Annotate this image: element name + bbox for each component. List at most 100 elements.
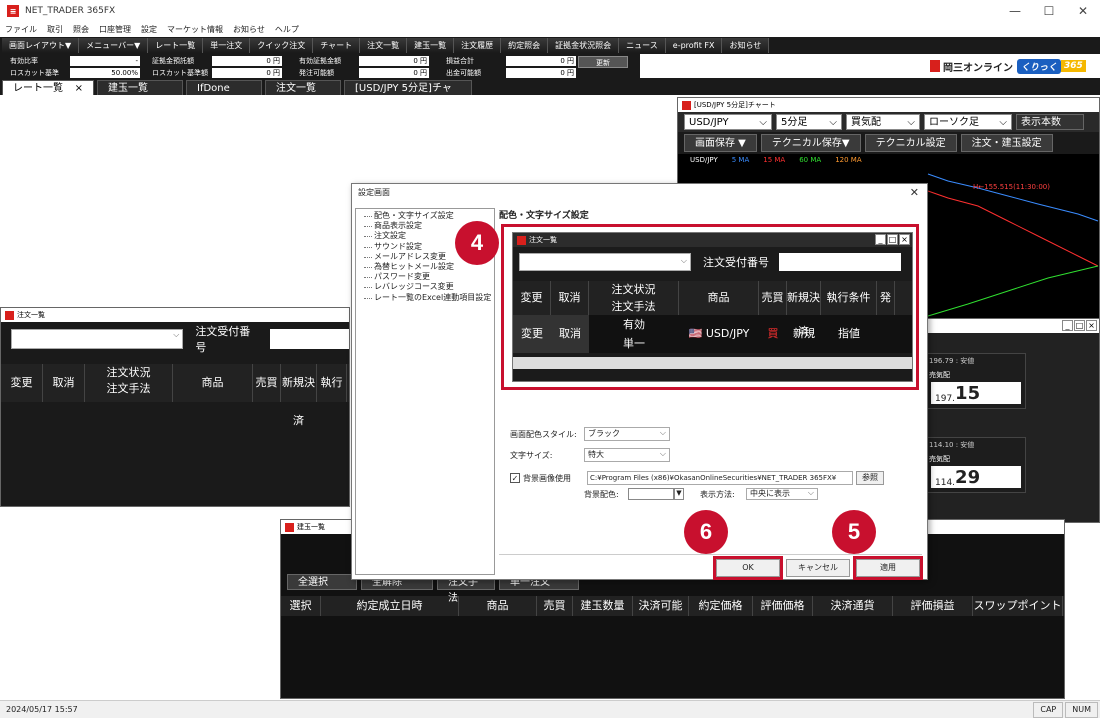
minimize-icon: _ [875, 234, 886, 245]
order-position-settings-button[interactable]: 注文・建玉設定 [960, 134, 1053, 152]
tab-ifdone[interactable]: IfDone [186, 80, 262, 95]
chart-high-annotation: H←155.515(11:30:00) [973, 183, 1050, 191]
workspace-tabs: レート一覧 × 建玉一覧 IfDone 注文一覧 [USD/JPY 5分足]チャー… [0, 78, 1100, 109]
preview-frame: 注文一覧 _□× 注文受付番号 変更 取消 注文状況注文手法 商品 売買 新規決… [501, 224, 919, 390]
rate-list-window: _ □ × 196.79 : 安値 売気配 197. 15 114.10 : 安値 売… [925, 318, 1100, 523]
window-icon [517, 235, 526, 245]
status-bar: 2024/05/17 15:57 CAP NUM [0, 700, 1100, 718]
cap-indicator: CAP [1033, 701, 1064, 718]
toolbar-single-order-button[interactable]: 単一注文 [203, 38, 251, 53]
cancel-button[interactable]: キャンセル [786, 559, 850, 577]
toolbar-margin-button[interactable]: 証拠金状況照会 [548, 38, 620, 53]
bg-image-path-input[interactable]: C:¥Program Files (x86)¥OkasanOnlineSecur… [587, 471, 853, 485]
font-size-select[interactable]: 特大 [584, 448, 670, 462]
save-screen-button[interactable]: 画面保存 ▼ [684, 134, 757, 152]
minimize-icon: _ [1062, 320, 1073, 331]
toolbar-notice-button[interactable]: お知らせ [722, 38, 770, 53]
maximize-icon: □ [887, 234, 898, 245]
update-button[interactable]: 更新 [578, 56, 628, 68]
status-datetime: 2024/05/17 15:57 [6, 705, 78, 714]
maximize-icon: □ [1074, 320, 1085, 331]
toolbar-layout-button[interactable]: 画面レイアウト▼ [2, 38, 80, 53]
select-all-button[interactable]: 全選択 [287, 574, 357, 590]
order-product-select[interactable] [11, 329, 184, 349]
position-grid-header: 選択 約定成立日時 商品 売買 建玉数量 決済可能 約定価格 評価価格 決済通貨… [281, 596, 1064, 616]
bg-color-dropdown-icon[interactable]: ▼ [674, 488, 684, 500]
close-icon: × [1086, 320, 1097, 331]
preview-order-list: 注文一覧 _□× 注文受付番号 変更 取消 注文状況注文手法 商品 売買 新規決… [512, 232, 913, 382]
color-style-label: 画面配色スタイル: [510, 429, 577, 439]
toolbar-execution-button[interactable]: 約定照会 [501, 38, 549, 53]
menu-notice[interactable]: お知らせ [233, 24, 265, 35]
order-list-window: 注文一覧 注文受付番号 変更 取消 注文状況注文手法 商品 売買 新規決済 執行 [0, 307, 350, 507]
kuri-logo: くりっく [1017, 58, 1062, 74]
dialog-title: 設定画面 [358, 187, 390, 197]
order-grid-header: 変更 取消 注文状況 注文手法 商品 売買 新規決済 執行 [1, 364, 349, 427]
chart-legend: USD/JPY 5 MA 15 MA 60 MA 120 MA [678, 154, 1099, 166]
quote-select[interactable]: 買気配 ⌵ [846, 114, 920, 130]
browse-button[interactable]: 参照 [856, 471, 884, 485]
menu-help[interactable]: ヘルプ [275, 24, 299, 35]
technical-settings-button[interactable]: テクニカル設定 [864, 134, 957, 152]
num-indicator: NUM [1065, 701, 1098, 718]
bg-image-label: 背景画像使用 [523, 473, 571, 483]
losscut-value: 50.00% [70, 68, 140, 78]
rate-card-2[interactable]: 114.10 : 安値 売気配 114. 29 [926, 437, 1026, 493]
dialog-close-button[interactable]: ✕ [910, 186, 919, 199]
account-info-bar: 有効比率 - 証拠金預託額 0 円 有効証拠金額 0 円 損益合計 0 円 ロスカット基… [0, 54, 640, 78]
chart-type-select[interactable]: ローソク足 ⌵ [924, 114, 1012, 130]
window-icon [682, 100, 691, 110]
tree-item-color-font[interactable]: 配色・文字サイズ設定 [362, 211, 494, 221]
toolbar-quick-order-button[interactable]: クイック注文 [250, 38, 314, 53]
receipt-number-label: 注文受付番号 [195, 325, 251, 354]
toolbar-rate-list-button[interactable]: レート一覧 [148, 38, 204, 53]
menu-trade[interactable]: 取引 [47, 24, 63, 35]
close-button[interactable]: ✕ [1066, 0, 1100, 22]
tree-item-password[interactable]: パスワード変更 [362, 272, 494, 282]
color-style-select[interactable]: ブラック [584, 427, 670, 441]
deposit-value: 0 円 [212, 56, 282, 66]
window-icon [5, 310, 14, 320]
pair-select[interactable]: USD/JPY ⌵ [684, 114, 772, 130]
tab-close-icon[interactable]: × [75, 81, 83, 96]
window-icon [285, 522, 294, 532]
toolbar-order-list-button[interactable]: 注文一覧 [360, 38, 408, 53]
rate-card-1[interactable]: 196.79 : 安値 売気配 197. 15 [926, 353, 1026, 409]
preview-receipt-input [779, 253, 901, 271]
display-method-select[interactable]: 中央に表示 [746, 488, 818, 500]
save-technical-button[interactable]: テクニカル保存▼ [760, 134, 861, 152]
maximize-button[interactable]: ☐ [1032, 0, 1066, 22]
toolbar-menubar-button[interactable]: メニューバー▼ [79, 38, 149, 53]
toolbar-order-history-button[interactable]: 注文履歴 [454, 38, 502, 53]
tab-position-list[interactable]: 建玉一覧 [97, 80, 183, 95]
bg-color-swatch[interactable] [628, 488, 674, 500]
bg-image-checkbox[interactable]: ✓ [510, 473, 520, 483]
tab-chart[interactable]: [USD/JPY 5分足]チャート [344, 80, 472, 109]
toolbar-eprofit-button[interactable]: e-profit FX [665, 38, 723, 53]
toolbar-news-button[interactable]: ニュース [619, 38, 666, 53]
bg-color-label: 背景配色: [584, 489, 619, 499]
legend-5ma: 5 MA [731, 156, 750, 164]
ok-highlight [713, 556, 783, 580]
tab-rate-list[interactable]: レート一覧 × [2, 80, 94, 95]
position-list-title: 建玉一覧 [297, 523, 325, 531]
menu-account[interactable]: 口座管理 [99, 24, 131, 35]
display-method-label: 表示方法: [700, 489, 735, 499]
losscut-amount-value: 0 円 [212, 68, 282, 78]
tree-item-leverage[interactable]: レバレッジコース変更 [362, 282, 494, 292]
tab-order-list[interactable]: 注文一覧 [265, 80, 341, 95]
toolbar-chart-button[interactable]: チャート [313, 38, 361, 53]
brand-logo: 岡三オンライン くりっく 365 [930, 58, 1086, 74]
menu-settings[interactable]: 設定 [141, 24, 157, 35]
menu-market[interactable]: マーケット情報 [167, 24, 223, 35]
menu-inquiry[interactable]: 照会 [73, 24, 89, 35]
step-badge-4: 4 [455, 221, 499, 265]
withdraw-value: 0 円 [506, 68, 576, 78]
minimize-button[interactable]: — [998, 0, 1032, 22]
valid-ratio-label: 有効比率 [10, 57, 38, 65]
tree-item-excel[interactable]: レート一覧のExcel連動項目設定 [362, 293, 494, 303]
receipt-number-input[interactable] [270, 329, 349, 349]
interval-select[interactable]: 5分足 ⌵ [776, 114, 842, 130]
menu-file[interactable]: ファイル [5, 24, 37, 35]
toolbar-position-list-button[interactable]: 建玉一覧 [407, 38, 455, 53]
